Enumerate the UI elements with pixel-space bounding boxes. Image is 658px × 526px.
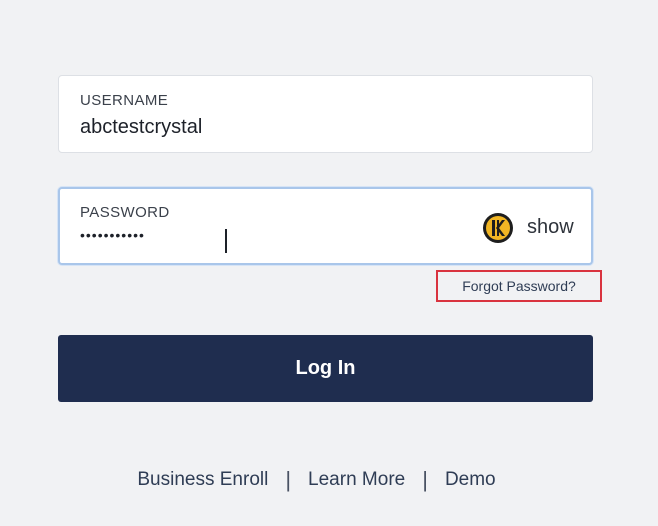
login-button[interactable]: Log In — [58, 335, 593, 402]
password-field[interactable]: PASSWORD show — [58, 187, 593, 265]
show-password-toggle[interactable]: show — [527, 216, 574, 239]
learn-more-link[interactable]: Learn More — [308, 469, 405, 491]
footer-separator: | — [422, 467, 428, 492]
forgot-password-link[interactable]: Forgot Password? — [436, 270, 602, 302]
password-label: PASSWORD — [80, 204, 170, 221]
login-page: USERNAME PASSWORD show Forgot Password? … — [0, 0, 658, 526]
business-enroll-link[interactable]: Business Enroll — [137, 469, 268, 491]
footer-separator: | — [285, 467, 292, 492]
password-input[interactable] — [80, 227, 380, 243]
demo-link[interactable]: Demo — [445, 469, 496, 491]
username-label: USERNAME — [80, 92, 169, 109]
footer-links: Business Enroll | Learn More | Demo — [0, 467, 658, 493]
username-field[interactable]: USERNAME — [58, 75, 593, 153]
username-input[interactable] — [80, 116, 460, 139]
text-caret — [225, 229, 227, 253]
keeper-icon[interactable] — [483, 213, 513, 243]
keeper-logo-icon — [486, 216, 510, 240]
